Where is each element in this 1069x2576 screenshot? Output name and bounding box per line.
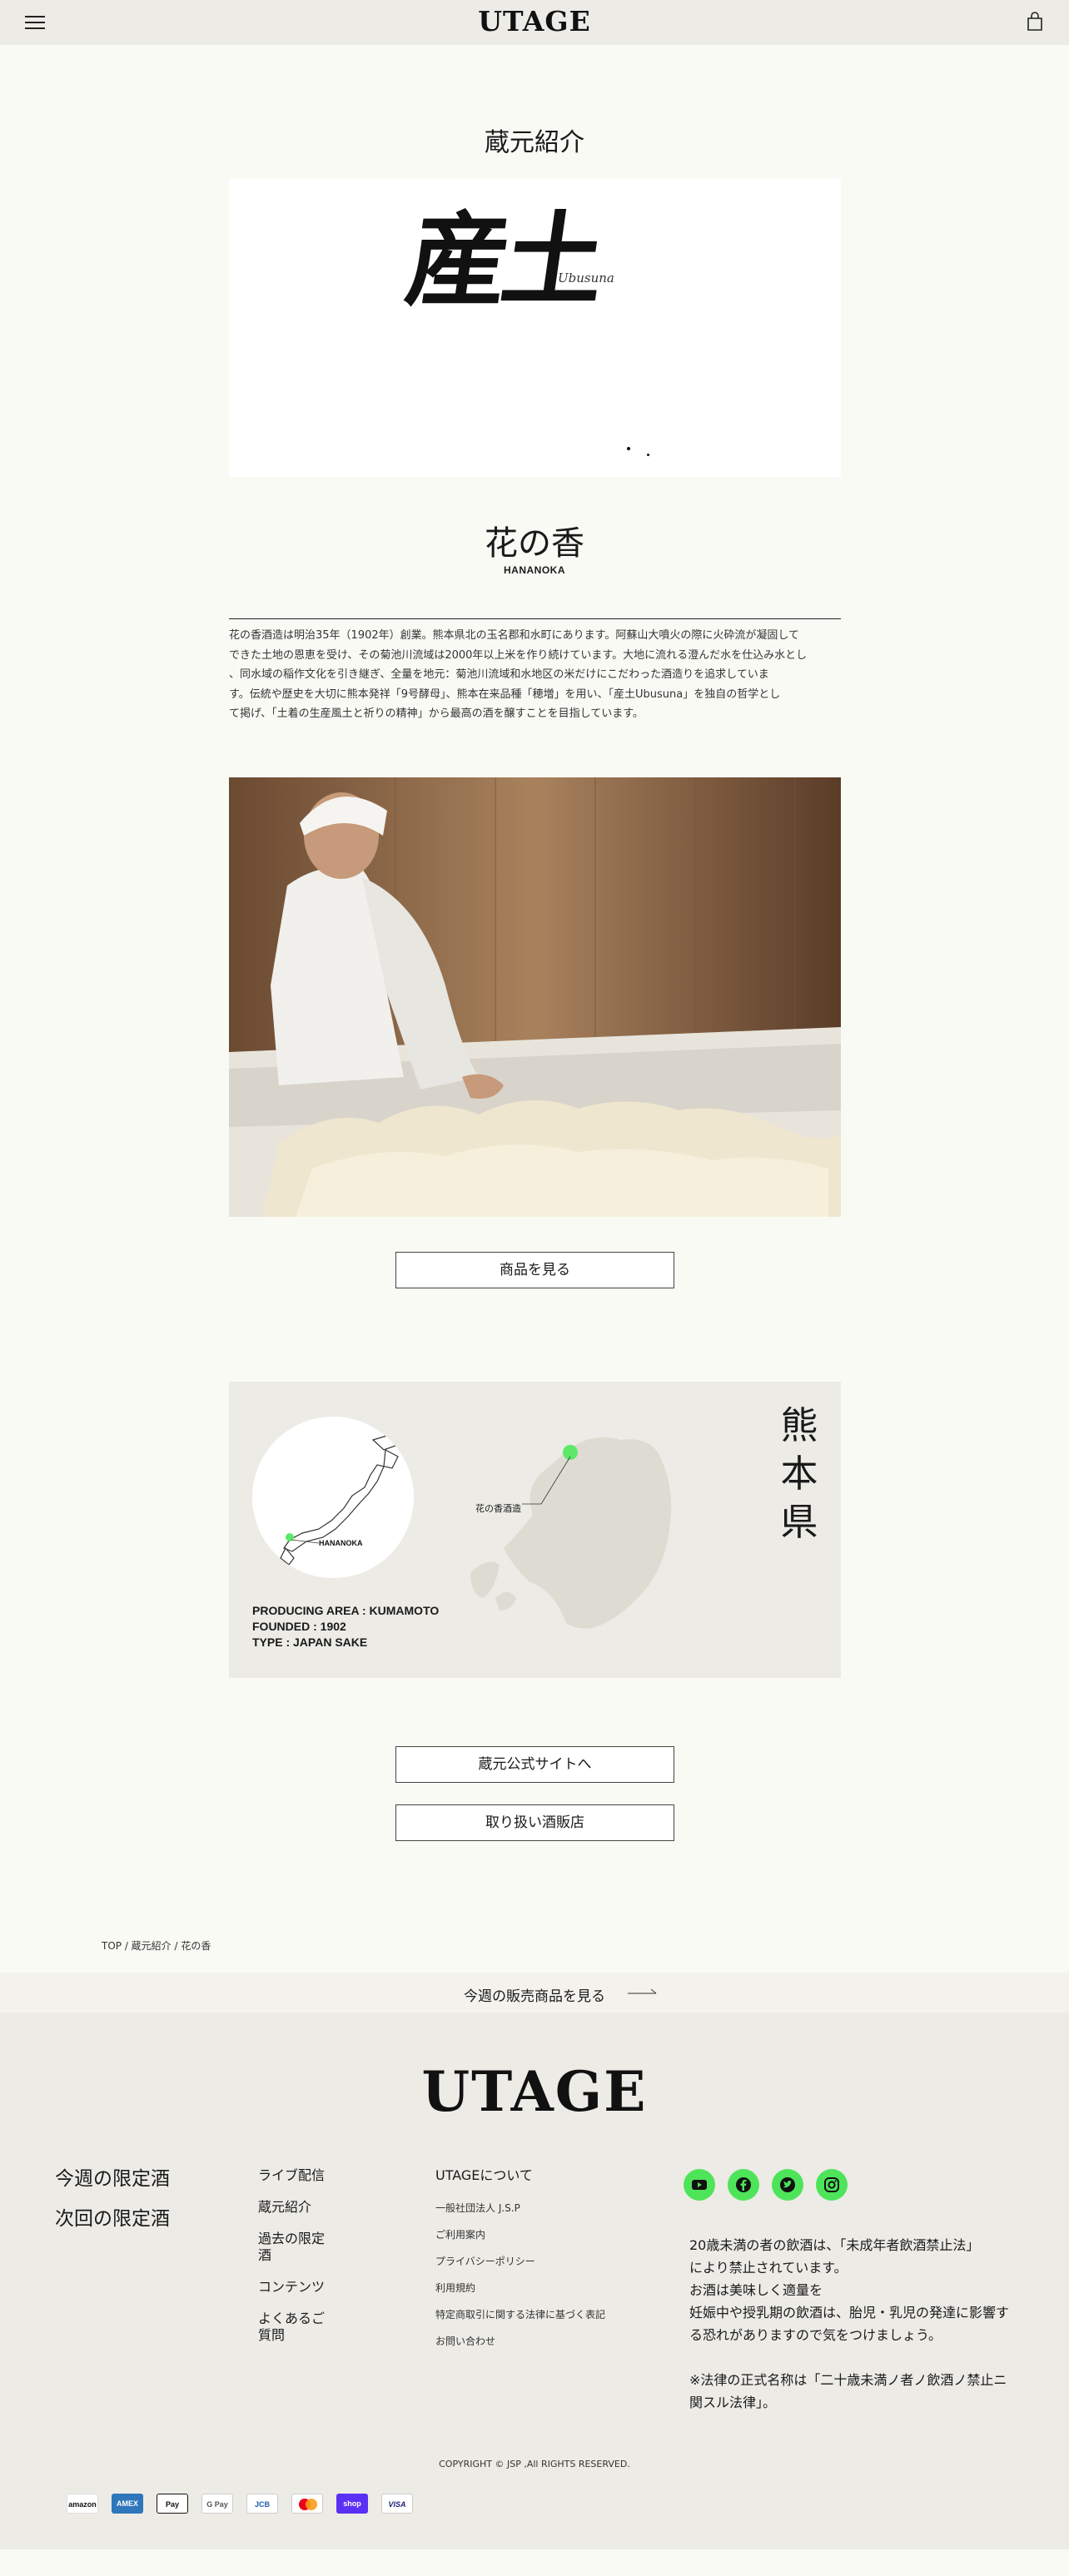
japan-map-circle: HANANOKA — [252, 1417, 414, 1578]
weekly-products-link[interactable]: 今週の販売商品を見る — [0, 1984, 1069, 2005]
footer-link[interactable]: 一般社団法人 J.S.P — [435, 2201, 605, 2215]
footer-link[interactable]: お問い合わせ — [435, 2334, 605, 2348]
brewery-description: 花の香酒造は明治35年（1902年）創業。熊本県北の玉名郡和水町にあります。阿蘇… — [229, 629, 808, 720]
prefecture-name: 熊 本 県 — [780, 1403, 818, 1544]
legal-notice: 20歳未満の者の飲酒は、「未成年者飲酒禁止法」 により禁止されています。 お酒は… — [689, 2237, 1010, 2410]
footer-col-limited: 今週の限定酒 次回の限定酒 — [55, 2159, 170, 2239]
jcb-icon: JCB — [246, 2494, 278, 2514]
brewery-name: 花の香 — [485, 524, 584, 563]
footer-link[interactable]: ライブ配信 — [258, 2167, 337, 2184]
footer-link[interactable]: 利用規約 — [435, 2281, 605, 2295]
page-bottom — [0, 2549, 1069, 2576]
copyright: COPYRIGHT © JSP ,All RIGHTS RESERVED. — [439, 2459, 630, 2469]
view-products-button[interactable]: 商品を見る — [395, 1252, 674, 1288]
circle-label: HANANOKA — [319, 1539, 363, 1547]
area-info: PRODUCING AREA : KUMAMOTO FOUNDED : 1902… — [252, 1604, 440, 1649]
mastercard-icon — [291, 2494, 323, 2514]
site-header: UTAGE — [0, 0, 1069, 45]
footer-link[interactable]: よくあるご質問 — [258, 2310, 337, 2344]
footer-link[interactable]: 今週の限定酒 — [55, 2159, 170, 2199]
calligraphy-sub: Ubusuna — [558, 271, 614, 285]
divider — [229, 618, 841, 619]
footer-col-title[interactable]: UTAGEについて — [435, 2167, 605, 2184]
footer-link[interactable]: ご利用案内 — [435, 2227, 605, 2241]
marker-label: 花の香酒造 — [475, 1503, 521, 1514]
brewery-name-roman: HANANOKA — [504, 564, 565, 576]
brewery-map-section: HANANOKA 花の香酒造 熊 本 県 PRODUCING AREA : KU… — [229, 1382, 841, 1678]
calligraphy-text: 産土 — [399, 200, 607, 320]
shop-pay-icon: shop — [336, 2494, 368, 2514]
footer-logo[interactable]: UTAGE — [0, 2059, 1069, 2124]
brewery-logo-image: 産土 Ubusuna — [229, 179, 841, 477]
brewer-photo — [229, 777, 841, 1217]
site-footer: UTAGE 今週の限定酒 次回の限定酒 ライブ配信 蔵元紹介 過去の限定酒 コン… — [0, 2013, 1069, 2549]
kumamoto-map — [470, 1437, 672, 1629]
site-logo[interactable]: UTAGE — [0, 5, 1069, 37]
youtube-icon[interactable] — [684, 2169, 715, 2201]
footer-link[interactable]: 過去の限定酒 — [258, 2231, 337, 2264]
apple-pay-icon: Pay — [157, 2494, 188, 2514]
footer-link[interactable]: コンテンツ — [258, 2279, 337, 2296]
footer-col-about: UTAGEについて 一般社団法人 J.S.P ご利用案内 プライバシーポリシー … — [435, 2167, 605, 2348]
visa-icon: VISA — [381, 2494, 413, 2514]
bag-icon[interactable] — [1027, 12, 1043, 32]
twitter-icon[interactable] — [772, 2169, 803, 2201]
footer-link[interactable]: 特定商取引に関する法律に基づく表記 — [435, 2307, 605, 2321]
facebook-icon[interactable] — [728, 2169, 759, 2201]
retailers-button[interactable]: 取り扱い酒販店 — [395, 1804, 674, 1841]
official-site-button[interactable]: 蔵元公式サイトへ — [395, 1746, 674, 1783]
footer-col-content: ライブ配信 蔵元紹介 過去の限定酒 コンテンツ よくあるご質問 — [258, 2167, 337, 2344]
footer-link[interactable]: プライバシーポリシー — [435, 2254, 605, 2268]
breadcrumb[interactable]: TOP / 蔵元紹介 / 花の香 — [102, 1938, 211, 1953]
footer-link[interactable]: 蔵元紹介 — [258, 2199, 337, 2216]
amazon-pay-icon: amazon — [67, 2494, 98, 2514]
instagram-icon[interactable] — [816, 2169, 848, 2201]
google-pay-icon: G Pay — [201, 2494, 233, 2514]
weekly-products-bar[interactable]: 今週の販売商品を見る — [0, 1973, 1069, 2013]
footer-link[interactable]: 次回の限定酒 — [55, 2199, 170, 2239]
amex-icon: AMEX — [112, 2494, 143, 2514]
arrow-right-icon — [628, 1989, 657, 1994]
page-title: 蔵元紹介 — [485, 128, 584, 157]
